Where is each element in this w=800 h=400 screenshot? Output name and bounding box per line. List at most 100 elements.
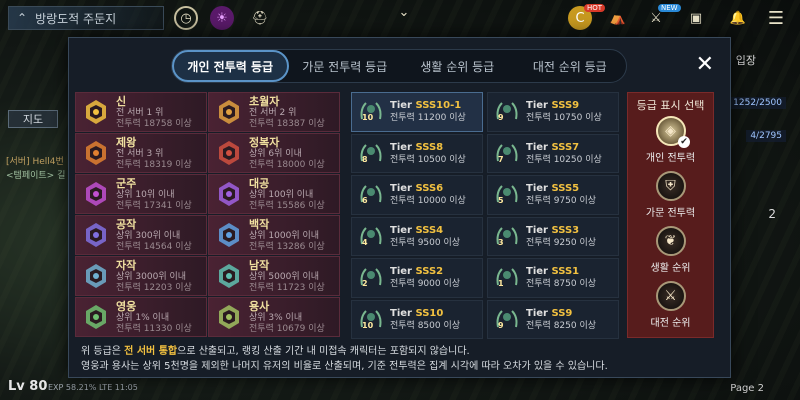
tier-requirement: 전투력 8750 이상: [526, 279, 597, 290]
zone-bar[interactable]: ⌃ 방랑도적 주둔지: [8, 6, 164, 30]
tier-requirement: 전투력 9250 이상: [526, 237, 597, 248]
grade-rank: 상위 6위 이내: [249, 148, 302, 159]
tier-cell: 8 Tier SSS8 전투력 10500 이상: [351, 133, 483, 173]
grade-requirement: 전투력 13286 이상: [249, 241, 325, 252]
selector-option[interactable]: ◈ ✔ 개인 전투력: [628, 116, 713, 168]
tier-requirement: 전투력 10750 이상: [526, 113, 602, 124]
grade-requirement: 전투력 11723 이상: [249, 282, 325, 293]
page-indicator[interactable]: Page 2: [730, 383, 764, 394]
sun-icon[interactable]: ☀: [210, 6, 234, 30]
timer-icon[interactable]: ◷: [174, 6, 198, 30]
tier-cell: 7 Tier SSS7 전투력 10250 이상: [487, 133, 619, 173]
selector-option[interactable]: ⚔ 대전 순위: [628, 281, 713, 333]
grade-emblem-icon: [86, 100, 106, 124]
grade-cell: 남작 상위 5000위 이내 전투력 11723 이상: [208, 256, 340, 296]
tier-number: 4: [362, 237, 368, 247]
selector-option-label: 대전 순위: [650, 318, 691, 329]
tier-number: 5: [498, 196, 504, 205]
tab-life-rank[interactable]: 생활 순위 등급: [401, 50, 514, 82]
tab-personal-power[interactable]: 개인 전투력 등급: [172, 50, 289, 82]
stat-counter-2: 4/2795: [746, 130, 786, 142]
grade-name: 제왕: [116, 135, 137, 149]
tier-cell: 10 Tier SSS10-1 전투력 11200 이상: [351, 92, 483, 132]
grade-emblem-icon: [86, 305, 106, 329]
tent-icon[interactable]: ⛺: [606, 6, 630, 30]
tier-number: 8: [362, 154, 368, 164]
grade-rank: 전 서버 3 위: [116, 148, 164, 159]
tier-requirement: 전투력 9500 이상: [390, 237, 461, 248]
chevron-down-icon[interactable]: ⌄: [392, 0, 416, 24]
selector-option-label: 개인 전투력: [645, 153, 696, 164]
tier-cell: 10 Tier SS10 전투력 8500 이상: [351, 299, 483, 339]
tier-cell: 5 Tier SSS5 전투력 9750 이상: [487, 175, 619, 215]
grade-emblem-icon: [219, 264, 239, 288]
grade-rank: 상위 10위 이내: [116, 189, 175, 200]
tier-name: Tier SSS7: [526, 141, 580, 153]
map-button[interactable]: 지도: [8, 110, 58, 128]
tier-requirement: 전투력 8250 이상: [526, 320, 597, 331]
grade-rank: 상위 5000위 이내: [249, 271, 320, 282]
grade-table: 신전 서버 1 위 전투력 18758 이상 초월자 전 서버 2 위 전투력 1838…: [75, 92, 340, 337]
tier-number: 9: [498, 320, 504, 330]
grade-cell: 대공 상위 100위 이내 전투력 15586 이상: [208, 174, 340, 214]
grade-rank: 상위 100위 이내: [249, 189, 314, 200]
tier-cell: 2 Tier SSS2 전투력 9000 이상: [351, 258, 483, 298]
tier-requirement: 전투력 9750 이상: [526, 196, 597, 207]
grade-cell: 용사 상위 3% 이내 전투력 10679 이상: [208, 297, 340, 337]
close-button[interactable]: ✕: [696, 54, 714, 76]
grade-cell: 신전 서버 1 위 전투력 18758 이상: [75, 92, 207, 132]
selector-option-label: 생활 순위: [650, 263, 691, 274]
bell-icon[interactable]: 🔔: [726, 6, 750, 30]
guild-shield-icon: ⛨: [655, 171, 686, 201]
tier-requirement: 전투력 9000 이상: [390, 279, 461, 290]
grade-emblem-icon: [86, 264, 106, 288]
tier-number: 6: [362, 196, 368, 205]
tier-cell: 9 Tier SSS9 전투력 10750 이상: [487, 92, 619, 132]
grade-name: 공작: [116, 217, 137, 231]
grade-emblem-icon: [219, 100, 239, 124]
grade-name: 대공: [249, 176, 270, 190]
tier-requirement: 전투력 11200 이상: [390, 113, 466, 124]
player-level: Lv 80: [8, 379, 48, 394]
grade-cell: 백작 상위 1000위 이내 전투력 13286 이상: [208, 215, 340, 255]
grade-name: 영웅: [116, 299, 137, 313]
selector-option[interactable]: ⛨ 가문 전투력: [628, 171, 713, 223]
tier-cell: 3 Tier SSS3 전투력 9250 이상: [487, 216, 619, 256]
selector-option[interactable]: ❦ 생활 순위: [628, 226, 713, 278]
server-chat-line: [서버] Hell4번: [6, 157, 64, 167]
tier-number: 7: [498, 154, 504, 164]
tier-requirement: 전투력 10000 이상: [390, 196, 466, 207]
grade-emblem-icon: [86, 182, 106, 206]
menu-icon[interactable]: ☰: [764, 6, 788, 30]
tier-number: 9: [498, 113, 504, 122]
helmet-icon[interactable]: ⛑: [248, 6, 272, 30]
grade-rank: 상위 3000위 이내: [116, 271, 187, 282]
grade-requirement: 전투력 17341 이상: [116, 200, 192, 211]
grade-cell: 자작 상위 3000위 이내 전투력 12203 이상: [75, 256, 207, 296]
tier-name: Tier SSS8: [390, 141, 444, 153]
life-leaf-icon: ❦: [655, 226, 686, 256]
grade-emblem-icon: [219, 223, 239, 247]
tier-name: Tier SSS10-1: [390, 100, 462, 112]
zone-name: 방랑도적 주둔지: [35, 11, 117, 26]
footnote: 위 등급은 전 서버 통합으로 산출되고, 랭킹 산출 기간 내 미접속 캐릭터…: [81, 344, 608, 374]
grade-emblem-icon: [219, 141, 239, 165]
new-badge: NEW: [658, 4, 681, 12]
chest-icon[interactable]: ▣: [684, 6, 708, 30]
grade-requirement: 전투력 18319 이상: [116, 159, 192, 170]
grade-cell: 제왕 전 서버 3 위 전투력 18319 이상: [75, 133, 207, 173]
tier-name: Tier SS10: [390, 307, 444, 319]
enter-label[interactable]: 입장: [736, 52, 756, 68]
tier-number: 2: [362, 279, 368, 288]
check-icon: ✔: [678, 136, 690, 148]
ranking-grade-modal: 개인 전투력 등급 가문 전투력 등급 생활 순위 등급 대전 순위 등급 ✕ …: [68, 37, 731, 378]
tab-guild-power[interactable]: 가문 전투력 등급: [289, 50, 402, 82]
battle-swords-icon: ⚔: [655, 281, 686, 311]
stat-counter-1: 1252/2500: [729, 97, 786, 109]
hot-badge: HOT: [584, 4, 606, 12]
chevron-up-icon: ⌃: [17, 11, 28, 25]
tier-requirement: 전투력 8500 이상: [390, 320, 461, 331]
selector-title: 등급 표시 선택: [636, 99, 705, 112]
tab-battle-rank[interactable]: 대전 순위 등급: [514, 50, 627, 82]
tier-number: 10: [362, 320, 374, 330]
